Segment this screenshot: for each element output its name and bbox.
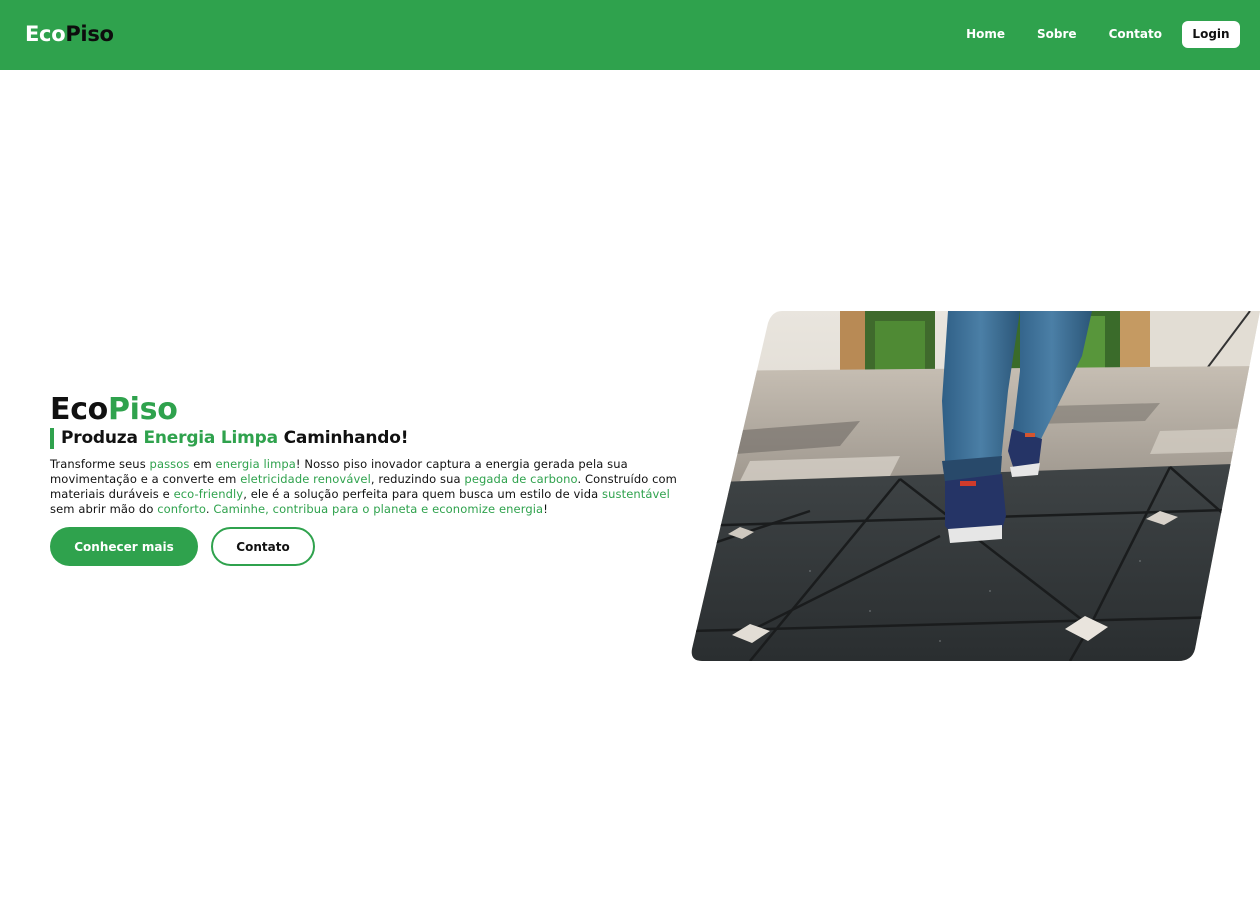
hero-title: EcoPiso — [50, 392, 690, 428]
description-highlight: Caminhe, contribua para o planeta e econ… — [213, 502, 544, 516]
nav-link-sobre[interactable]: Sobre — [1037, 27, 1077, 41]
description-highlight: pegada de carbono — [464, 472, 578, 486]
hero-description: Transforme seus passos em energia limpa!… — [50, 457, 690, 517]
hero-image — [690, 311, 1260, 661]
hero-subtitle-highlight: Energia Limpa — [143, 428, 278, 448]
top-navbar: EcoPiso Home Sobre Contato Login — [0, 0, 1260, 70]
description-text: , reduzindo sua — [370, 472, 465, 486]
description-text: Transforme seus — [50, 457, 150, 471]
hero-section: EcoPiso Produza Energia Limpa Caminhando… — [50, 392, 690, 566]
description-text: em — [189, 457, 216, 471]
learn-more-button[interactable]: Conhecer mais — [50, 527, 198, 566]
nav-link-contato[interactable]: Contato — [1109, 27, 1162, 41]
hero-title-part2: Piso — [108, 392, 178, 427]
description-highlight: eletricidade renovável — [240, 472, 371, 486]
description-text: sem abrir mão do — [50, 502, 158, 516]
hero-subtitle-pre: Produza — [61, 428, 144, 448]
nav-link-home[interactable]: Home — [966, 27, 1005, 41]
description-highlight: passos — [149, 457, 190, 471]
description-highlight: energia limpa — [215, 457, 296, 471]
description-highlight: conforto — [157, 502, 206, 516]
description-highlight: eco-friendly — [173, 487, 244, 501]
contact-button[interactable]: Contato — [211, 527, 315, 566]
main-nav: Home Sobre Contato Login — [934, 20, 1240, 48]
walking-floor-photo — [691, 311, 1260, 661]
hero-actions: Conhecer mais Contato — [50, 527, 690, 566]
description-highlight: sustentável — [602, 487, 670, 501]
description-text: ! — [543, 502, 548, 516]
brand-logo[interactable]: EcoPiso — [25, 20, 114, 48]
brand-logo-part2: Piso — [65, 22, 114, 46]
hero-subtitle-post: Caminhando! — [277, 428, 409, 448]
hero-title-part1: Eco — [50, 392, 108, 427]
hero-subtitle: Produza Energia Limpa Caminhando! — [50, 428, 690, 449]
description-text: , ele é a solução perfeita para quem bus… — [243, 487, 603, 501]
brand-logo-part1: Eco — [25, 22, 66, 46]
login-button[interactable]: Login — [1182, 20, 1240, 48]
